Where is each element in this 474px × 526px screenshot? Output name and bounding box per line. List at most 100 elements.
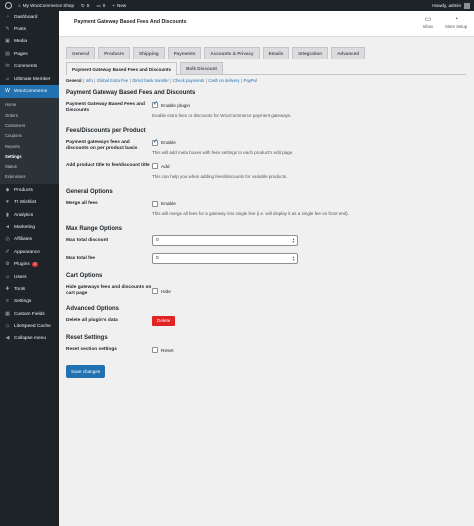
sidebar-item-label: Custom Fields	[14, 311, 45, 317]
tab-shipping[interactable]: Shipping	[133, 47, 165, 59]
sidebar-item-marketing[interactable]: ◄ Marketing	[0, 221, 59, 233]
sidebar-item-litespeed-cache[interactable]: ◇ LiteSpeed Cache	[0, 320, 59, 332]
separator: |	[205, 78, 207, 83]
new-content-link[interactable]: + New	[112, 3, 126, 8]
sidebar-item-collapse-menu[interactable]: ◀ Collapse menu	[0, 333, 59, 345]
max-fee-input[interactable]: 0 ▲ ▼	[152, 253, 298, 264]
store-setup-link[interactable]: ◔ Store Setup	[443, 15, 469, 29]
sidebar-item-woocommerce[interactable]: W WooCommerce	[0, 85, 59, 98]
tab-emails[interactable]: Emails	[262, 47, 290, 59]
add-title-control[interactable]: Add	[152, 163, 170, 170]
sidebar-item-plugins[interactable]: ⚙ Plugins 3	[0, 258, 59, 270]
tab-advanced[interactable]: Advanced	[331, 47, 366, 59]
inbox-link[interactable]: ▭ Inbox	[415, 15, 441, 29]
comments-link[interactable]: ▭ 0	[96, 3, 105, 9]
max-discount-input[interactable]: 0 ▲ ▼	[152, 235, 298, 246]
sidebar-item-label: Plugins	[14, 262, 30, 268]
merge-checkbox[interactable]	[152, 200, 158, 207]
submenu-item-reports[interactable]: Reports	[0, 141, 59, 151]
users-icon: ☺	[5, 273, 11, 280]
subsection-link-info[interactable]: Info	[86, 78, 93, 83]
hide-checkbox[interactable]	[152, 288, 158, 294]
submenu-item-extensions[interactable]: Extensions	[0, 172, 59, 182]
submenu-item-customers[interactable]: Customers	[0, 120, 59, 130]
submenu-item-orders[interactable]: Orders	[0, 110, 59, 120]
sidebar-item-appearance[interactable]: ✐ Appearance	[0, 246, 59, 258]
delete-data-button[interactable]: Delete	[152, 316, 176, 326]
enable-plugin-checkbox[interactable]	[152, 101, 158, 108]
separator: |	[94, 78, 96, 83]
submenu-item-settings[interactable]: Settings	[0, 151, 59, 161]
page-icon: ▤	[5, 50, 10, 57]
spinner-arrows-icon[interactable]: ▲ ▼	[292, 237, 295, 244]
analytics-icon: ▮	[6, 211, 9, 218]
separator: |	[83, 78, 85, 83]
enable-plugin-control[interactable]: Enable plugin	[152, 101, 190, 109]
submenu-item-home[interactable]: Home	[0, 100, 59, 110]
sidebar-item-settings[interactable]: ≡ Settings	[0, 296, 59, 308]
comment-bubble-icon: ▭	[96, 2, 101, 8]
spinner-arrows-icon[interactable]: ▲ ▼	[292, 255, 295, 262]
save-changes-button[interactable]: Save changes	[66, 364, 106, 378]
sidebar-item-label: Users	[14, 274, 27, 280]
subsection-link-paypal[interactable]: PayPal	[244, 78, 257, 83]
tab-payments[interactable]: Payments	[167, 47, 202, 59]
tab-products[interactable]: Products	[98, 47, 131, 59]
affiliates-icon: ◎	[5, 236, 10, 243]
subsection-link-general[interactable]: General	[66, 78, 82, 83]
reset-checkbox[interactable]	[152, 347, 158, 353]
per-product-row: Payment gateways fees and discounts on p…	[66, 139, 466, 157]
per-product-control[interactable]: Enable	[152, 139, 176, 146]
subsection-link-global-extra-fee[interactable]: Global Extra Fee	[97, 78, 128, 83]
subsection-link-check-payments[interactable]: Check payments	[173, 78, 204, 83]
sidebar-item-tools[interactable]: ✚ Tools	[0, 283, 59, 295]
hide-label: Hide gateways fees and discounts on cart…	[66, 285, 152, 296]
delete-row: Delete all plugin's data Delete	[66, 316, 466, 326]
subsection-link-cash-on-delivery[interactable]: Cash on delivery	[208, 78, 239, 83]
sidebar-item-media[interactable]: ▣ Media	[0, 36, 59, 48]
add-title-row: Add product title to fee/discount title …	[66, 163, 466, 180]
sidebar-item-label: WooCommerce	[14, 89, 48, 95]
tab-bulk-discount[interactable]: Bulk Discount	[180, 62, 223, 74]
sidebar-item-ti-wishlist[interactable]: ♥ TI Wishlist	[0, 197, 59, 209]
my-account-link[interactable]: Howdy, admin	[432, 2, 470, 9]
per-product-description: This will add meta boxes with fees setti…	[152, 150, 294, 155]
submenu-item-status[interactable]: Status	[0, 162, 59, 172]
sidebar-item-ultimate-member[interactable]: ☺ Ultimate Member	[0, 73, 59, 85]
sidebar-item-dashboard[interactable]: ◔ Dashboard	[0, 11, 59, 23]
plus-icon: +	[112, 3, 116, 8]
tab-payment-gateway-based-fees-and-discounts[interactable]: Payment Gateway Based Fees and Discounts	[66, 62, 178, 75]
per-product-checkbox[interactable]	[152, 139, 158, 146]
max-fee-label: Max total fee	[66, 256, 96, 261]
tab-integration[interactable]: Integration	[292, 47, 329, 59]
add-title-description: This can help you when adding fees/disco…	[152, 173, 288, 179]
inbox-icon: ▭	[424, 16, 432, 23]
media-icon: ▣	[5, 38, 10, 45]
add-title-checkbox[interactable]	[152, 163, 158, 169]
max-discount-label: Max total discount	[66, 238, 109, 243]
tab-accounts-privacy[interactable]: Accounts & Privacy	[204, 47, 260, 59]
updates-link[interactable]: ↻ 5	[81, 3, 89, 9]
hide-control[interactable]: Hide	[152, 288, 171, 295]
sidebar-item-products[interactable]: ◆ Products	[0, 184, 59, 196]
sidebar-item-posts[interactable]: ✎ Posts	[0, 23, 59, 35]
tab-general[interactable]: General	[66, 47, 96, 59]
merge-control[interactable]: Enable	[152, 200, 176, 207]
site-name-link[interactable]: ⌂ My WooCommerce Shop	[18, 3, 74, 8]
wordpress-logo-icon[interactable]	[5, 2, 12, 9]
subsection-link-direct-bank-transfer[interactable]: Direct bank transfer	[132, 78, 169, 83]
page-title: Payment Gateway Based Fees And Discounts	[74, 19, 187, 25]
sidebar-item-comments[interactable]: ✉ Comments	[0, 61, 59, 73]
dashboard-icon: ◔	[5, 13, 10, 20]
enable-plugin-label: Payment Gateway Based Fees and Discounts	[66, 102, 145, 113]
sidebar-item-pages[interactable]: ▤ Pages	[0, 48, 59, 60]
sidebar-item-label: Appearance	[14, 249, 40, 255]
section-title-reset: Reset Settings	[66, 335, 108, 341]
sidebar-item-users[interactable]: ☺ Users	[0, 271, 59, 283]
sidebar-item-custom-fields[interactable]: ▦ Custom Fields	[0, 308, 59, 320]
sidebar-item-analytics[interactable]: ▮ Analytics	[0, 209, 59, 221]
sidebar-item-affiliates[interactable]: ◎ Affiliates	[0, 234, 59, 246]
reset-control[interactable]: Reset	[152, 347, 174, 354]
submenu-item-coupons[interactable]: Coupons	[0, 131, 59, 141]
brush-icon: ✐	[5, 248, 10, 255]
